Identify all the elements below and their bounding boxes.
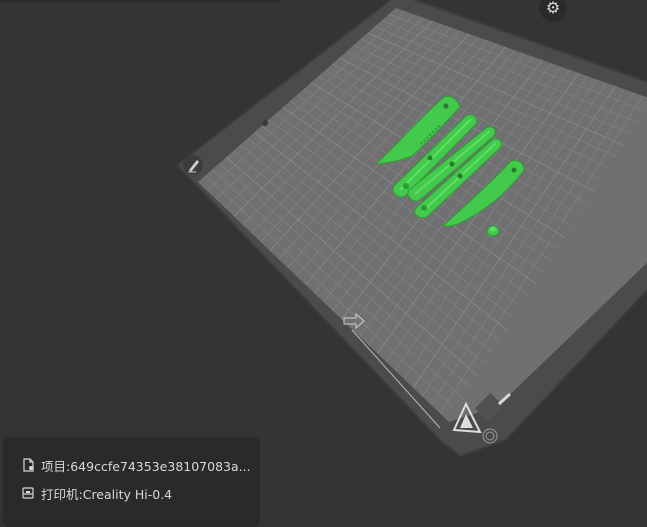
printer-row[interactable]: 打印机:Creality Hi-0.4	[21, 479, 260, 507]
plate-screw	[262, 120, 268, 126]
project-info-panel: 项目:649ccfe74353e38107083a... 打印机:Crealit…	[3, 437, 260, 527]
gear-icon: ⚙	[545, 0, 561, 17]
printer-name: 打印机:Creality Hi-0.4	[41, 486, 173, 502]
printer-icon	[22, 487, 34, 499]
3d-viewport[interactable]: ⚙ 项目:649ccfe74353e38107083a... 打印机:Creal…	[0, 0, 647, 527]
project-name: 项目:649ccfe74353e38107083a...	[41, 458, 251, 474]
document-icon	[23, 458, 34, 472]
edit-pen-icon[interactable]	[183, 155, 203, 175]
project-row[interactable]: 项目:649ccfe74353e38107083a...	[21, 451, 260, 479]
model-pin[interactable]	[486, 225, 500, 237]
